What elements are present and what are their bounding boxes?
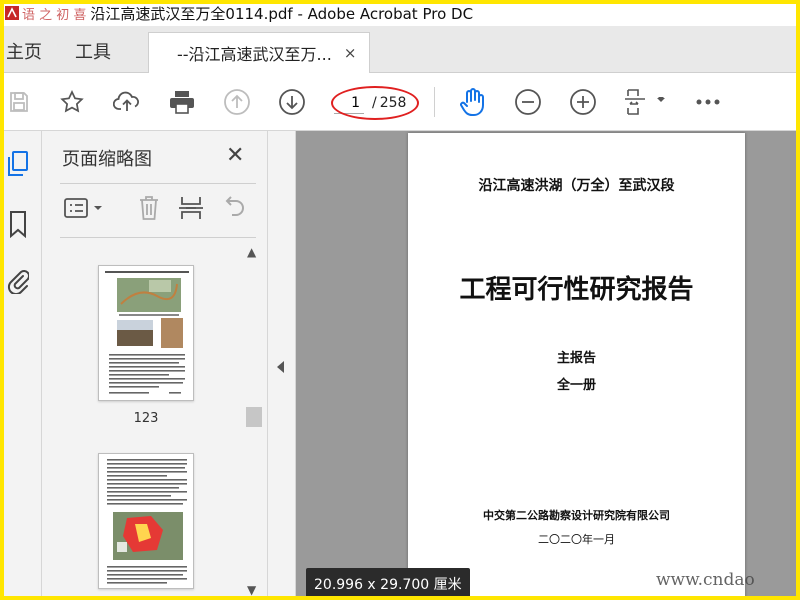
document-subtitle: 沿江高速洪湖（万全）至武汉段 — [478, 178, 675, 194]
acrobat-app-icon — [4, 5, 20, 21]
tab-bar: 主页 工具 --沿江高速武汉至万... × — [0, 26, 800, 73]
save-icon[interactable] — [4, 87, 34, 117]
panel-title: 页面缩略图 — [62, 149, 152, 170]
page-dimensions-tooltip: 20.996 x 29.700 厘米 — [306, 568, 470, 598]
current-page-input[interactable] — [334, 92, 364, 114]
document-publisher: 中交第二公路勘察设计研究院有限公司 — [483, 509, 670, 522]
window-title: 沿江高速武汉至万全0114.pdf - Adobe Acrobat Pro DC — [90, 4, 474, 23]
document-canvas: 沿江高速洪湖（万全）至武汉段 工程可行性研究报告 主报告 全一册 中交第二公路勘… — [296, 131, 800, 600]
zoom-out-icon[interactable] — [513, 87, 543, 117]
bookmarks-icon[interactable] — [4, 209, 32, 239]
document-section: 主报告 — [556, 351, 596, 366]
title-bar: 语 之 初 喜 沿江高速武汉至万全0114.pdf - Adobe Acroba… — [0, 0, 800, 26]
thumbnail-scrollbar[interactable]: ▲ ▼ — [244, 241, 262, 597]
scroll-down-icon[interactable]: ▼ — [247, 583, 256, 597]
document-date: 二〇二〇年一月 — [538, 533, 615, 546]
main-toolbar: / 258 — [0, 73, 800, 131]
close-panel-icon[interactable]: ✕ — [226, 143, 244, 168]
fit-page-icon[interactable] — [620, 87, 668, 117]
close-tab-icon[interactable]: × — [344, 44, 357, 62]
thumbnail-options-icon[interactable] — [62, 193, 108, 223]
scrollbar-thumb[interactable] — [246, 407, 262, 427]
page-navigator: / 258 — [334, 91, 426, 115]
document-volume: 全一册 — [556, 378, 596, 393]
thumbnail-page-label: 123 — [133, 411, 159, 426]
panel-collapse-strip — [268, 131, 296, 600]
page-up-icon[interactable] — [222, 87, 252, 117]
attachments-icon[interactable] — [4, 265, 32, 295]
thumbnail-page[interactable] — [98, 453, 194, 589]
thumbnails-panel: 页面缩略图 ✕ 123 ▲ ▼ — [42, 131, 268, 600]
thumbnail-page[interactable] — [98, 265, 194, 401]
page-separator: / — [372, 95, 377, 111]
panel-divider-2 — [60, 237, 256, 238]
split-page-icon[interactable] — [176, 193, 206, 223]
scroll-up-icon[interactable]: ▲ — [247, 245, 256, 259]
tab-home[interactable]: 主页 — [6, 38, 42, 64]
print-icon[interactable] — [167, 87, 197, 117]
cloud-upload-icon[interactable] — [112, 87, 142, 117]
panel-divider — [60, 183, 256, 184]
more-icon[interactable] — [693, 87, 723, 117]
site-watermark: www.cndao — [656, 570, 755, 590]
toolbar-divider — [434, 87, 435, 117]
tab-tools[interactable]: 工具 — [75, 38, 111, 64]
delete-icon[interactable] — [134, 193, 164, 223]
document-page: 沿江高速洪湖（万全）至武汉段 工程可行性研究报告 主报告 全一册 中交第二公路勘… — [408, 133, 745, 600]
watermark-prefix: 语 之 初 喜 — [22, 7, 87, 23]
total-pages: 258 — [379, 95, 407, 111]
zoom-in-icon[interactable] — [568, 87, 598, 117]
page-thumbnails-icon[interactable] — [4, 149, 32, 179]
tab-document[interactable]: --沿江高速武汉至万... × — [148, 32, 370, 73]
undo-icon[interactable] — [218, 193, 248, 223]
collapse-panel-icon[interactable] — [277, 361, 284, 373]
hand-tool-icon[interactable] — [458, 87, 488, 117]
document-title: 工程可行性研究报告 — [459, 275, 694, 305]
document-tab-label: --沿江高速武汉至万... — [177, 45, 332, 64]
page-down-icon[interactable] — [277, 87, 307, 117]
navigation-rail — [0, 131, 42, 600]
bookmark-star-icon[interactable] — [57, 87, 87, 117]
